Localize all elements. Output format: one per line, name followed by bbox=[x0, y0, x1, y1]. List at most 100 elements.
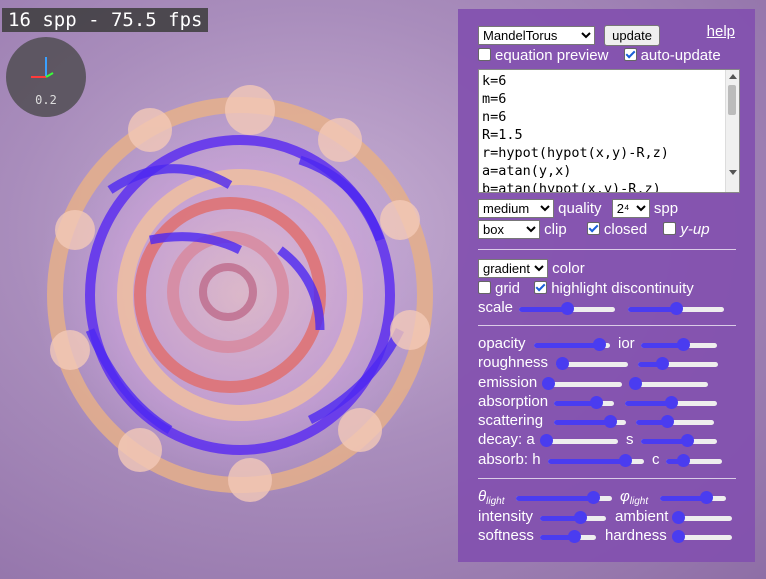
emission-slider[interactable] bbox=[541, 377, 622, 391]
auto-update-checkbox[interactable] bbox=[623, 48, 637, 61]
slider-knob[interactable] bbox=[541, 377, 555, 390]
quality-label: quality bbox=[558, 200, 602, 217]
slider-knob[interactable] bbox=[672, 511, 686, 524]
slider-knob[interactable] bbox=[700, 491, 714, 504]
absorption-slider-b[interactable] bbox=[625, 396, 717, 410]
y-up-checkbox[interactable] bbox=[663, 222, 677, 235]
grid-label: grid bbox=[495, 280, 521, 297]
slider-knob[interactable] bbox=[573, 511, 587, 524]
ambient-slider[interactable] bbox=[672, 511, 732, 525]
equation-editor[interactable]: k=6 m=6 n=6 R=1.5 r=hypot(hypot(x,y)-R,z… bbox=[478, 69, 740, 193]
decay-s-slider[interactable] bbox=[641, 434, 717, 448]
axis-gizmo[interactable]: 0.2 bbox=[6, 37, 86, 117]
absorption-slider[interactable] bbox=[554, 396, 614, 410]
absorb-h-slider[interactable] bbox=[548, 454, 644, 468]
slider-knob[interactable] bbox=[676, 338, 690, 351]
absorb-c-slider[interactable] bbox=[666, 454, 722, 468]
scroll-thumb[interactable] bbox=[728, 85, 736, 115]
slider-knob[interactable] bbox=[539, 434, 553, 447]
decay-a-slider[interactable] bbox=[539, 434, 618, 448]
quality-select[interactable]: medium bbox=[478, 199, 554, 218]
gizmo-scale-label: 0.2 bbox=[35, 93, 57, 107]
roughness-label: roughness bbox=[478, 354, 549, 371]
phi-light-slider[interactable] bbox=[660, 491, 726, 505]
slider-knob[interactable] bbox=[656, 357, 669, 370]
update-button[interactable]: update bbox=[604, 25, 660, 46]
ior-slider[interactable] bbox=[641, 338, 717, 352]
divider bbox=[478, 478, 736, 479]
settings-panel: MandelTorus update help equation preview… bbox=[458, 9, 755, 562]
slider-knob[interactable] bbox=[604, 415, 618, 428]
slider-fill bbox=[641, 439, 687, 444]
slider-knob[interactable] bbox=[555, 357, 569, 370]
absorption-label: absorption bbox=[478, 393, 549, 410]
hardness-slider[interactable] bbox=[671, 530, 732, 544]
slider-knob[interactable] bbox=[670, 302, 683, 315]
color-select[interactable]: gradient bbox=[478, 259, 548, 278]
slider-knob[interactable] bbox=[618, 454, 632, 467]
slider-fill bbox=[534, 343, 600, 348]
scale-slider-b[interactable] bbox=[628, 302, 724, 316]
spp-select[interactable]: 2⁴ bbox=[611, 199, 650, 218]
code-line: r=hypot(hypot(x,y)-R,z) bbox=[482, 145, 669, 161]
slider-knob[interactable] bbox=[680, 434, 694, 447]
softness-label: softness bbox=[478, 527, 534, 544]
slider-knob[interactable] bbox=[586, 491, 600, 504]
highlight-discontinuity-checkbox[interactable] bbox=[534, 281, 548, 294]
y-up-label: y-up bbox=[680, 221, 710, 238]
slider-track[interactable] bbox=[634, 382, 708, 387]
grid-checkbox[interactable] bbox=[478, 281, 491, 294]
theta-light-label: θlight bbox=[478, 488, 505, 507]
auto-update-label: auto-update bbox=[640, 47, 721, 64]
divider bbox=[478, 249, 736, 250]
slider-fill bbox=[548, 459, 625, 464]
slider-track[interactable] bbox=[546, 382, 622, 387]
slider-knob[interactable] bbox=[671, 530, 685, 543]
slider-fill bbox=[554, 420, 611, 425]
scale-label: scale bbox=[478, 299, 514, 316]
slider-knob[interactable] bbox=[629, 377, 643, 390]
slider-knob[interactable] bbox=[567, 530, 581, 543]
theta-light-slider[interactable] bbox=[516, 491, 612, 505]
slider-knob[interactable] bbox=[593, 338, 607, 351]
code-line: n=6 bbox=[482, 109, 507, 125]
highlight-discontinuity-label: highlight discontinuity bbox=[551, 280, 694, 297]
divider bbox=[478, 325, 736, 326]
equation-preview-checkbox[interactable] bbox=[478, 48, 491, 61]
emission-slider-b[interactable] bbox=[629, 377, 708, 391]
slider-knob[interactable] bbox=[676, 454, 690, 467]
editor-scrollbar[interactable] bbox=[725, 70, 739, 192]
softness-slider[interactable] bbox=[540, 530, 596, 544]
ior-label: ior bbox=[618, 335, 635, 352]
help-link[interactable]: help bbox=[707, 23, 735, 40]
slider-fill bbox=[516, 496, 593, 501]
scattering-slider[interactable] bbox=[554, 415, 626, 429]
emission-label: emission bbox=[478, 374, 538, 391]
intensity-slider[interactable] bbox=[540, 511, 606, 525]
opacity-slider[interactable] bbox=[534, 338, 610, 352]
decay-label: decay: a bbox=[478, 431, 535, 448]
scattering-slider-b[interactable] bbox=[636, 415, 714, 429]
roughness-slider-b[interactable] bbox=[638, 357, 718, 371]
roughness-slider[interactable] bbox=[555, 357, 628, 371]
closed-label: closed bbox=[603, 221, 648, 238]
code-line: m=6 bbox=[482, 91, 507, 107]
slider-knob[interactable] bbox=[665, 396, 678, 409]
absorb-h-label: absorb: h bbox=[478, 451, 541, 468]
hardness-label: hardness bbox=[605, 527, 667, 544]
slider-track[interactable] bbox=[542, 439, 618, 444]
slider-fill bbox=[628, 307, 676, 312]
code-line: k=6 bbox=[482, 73, 507, 89]
scale-slider-a[interactable] bbox=[519, 302, 615, 316]
scattering-label: scattering bbox=[478, 412, 544, 429]
scroll-up-icon[interactable] bbox=[729, 74, 737, 79]
function-select[interactable]: MandelTorus bbox=[478, 26, 595, 45]
clip-select[interactable]: box bbox=[478, 220, 540, 239]
slider-knob[interactable] bbox=[661, 415, 675, 428]
color-label: color bbox=[552, 260, 585, 277]
slider-knob[interactable] bbox=[561, 302, 574, 315]
slider-knob[interactable] bbox=[590, 396, 603, 409]
scroll-down-icon[interactable] bbox=[729, 170, 737, 175]
closed-checkbox[interactable] bbox=[586, 222, 600, 235]
intensity-label: intensity bbox=[478, 508, 534, 525]
